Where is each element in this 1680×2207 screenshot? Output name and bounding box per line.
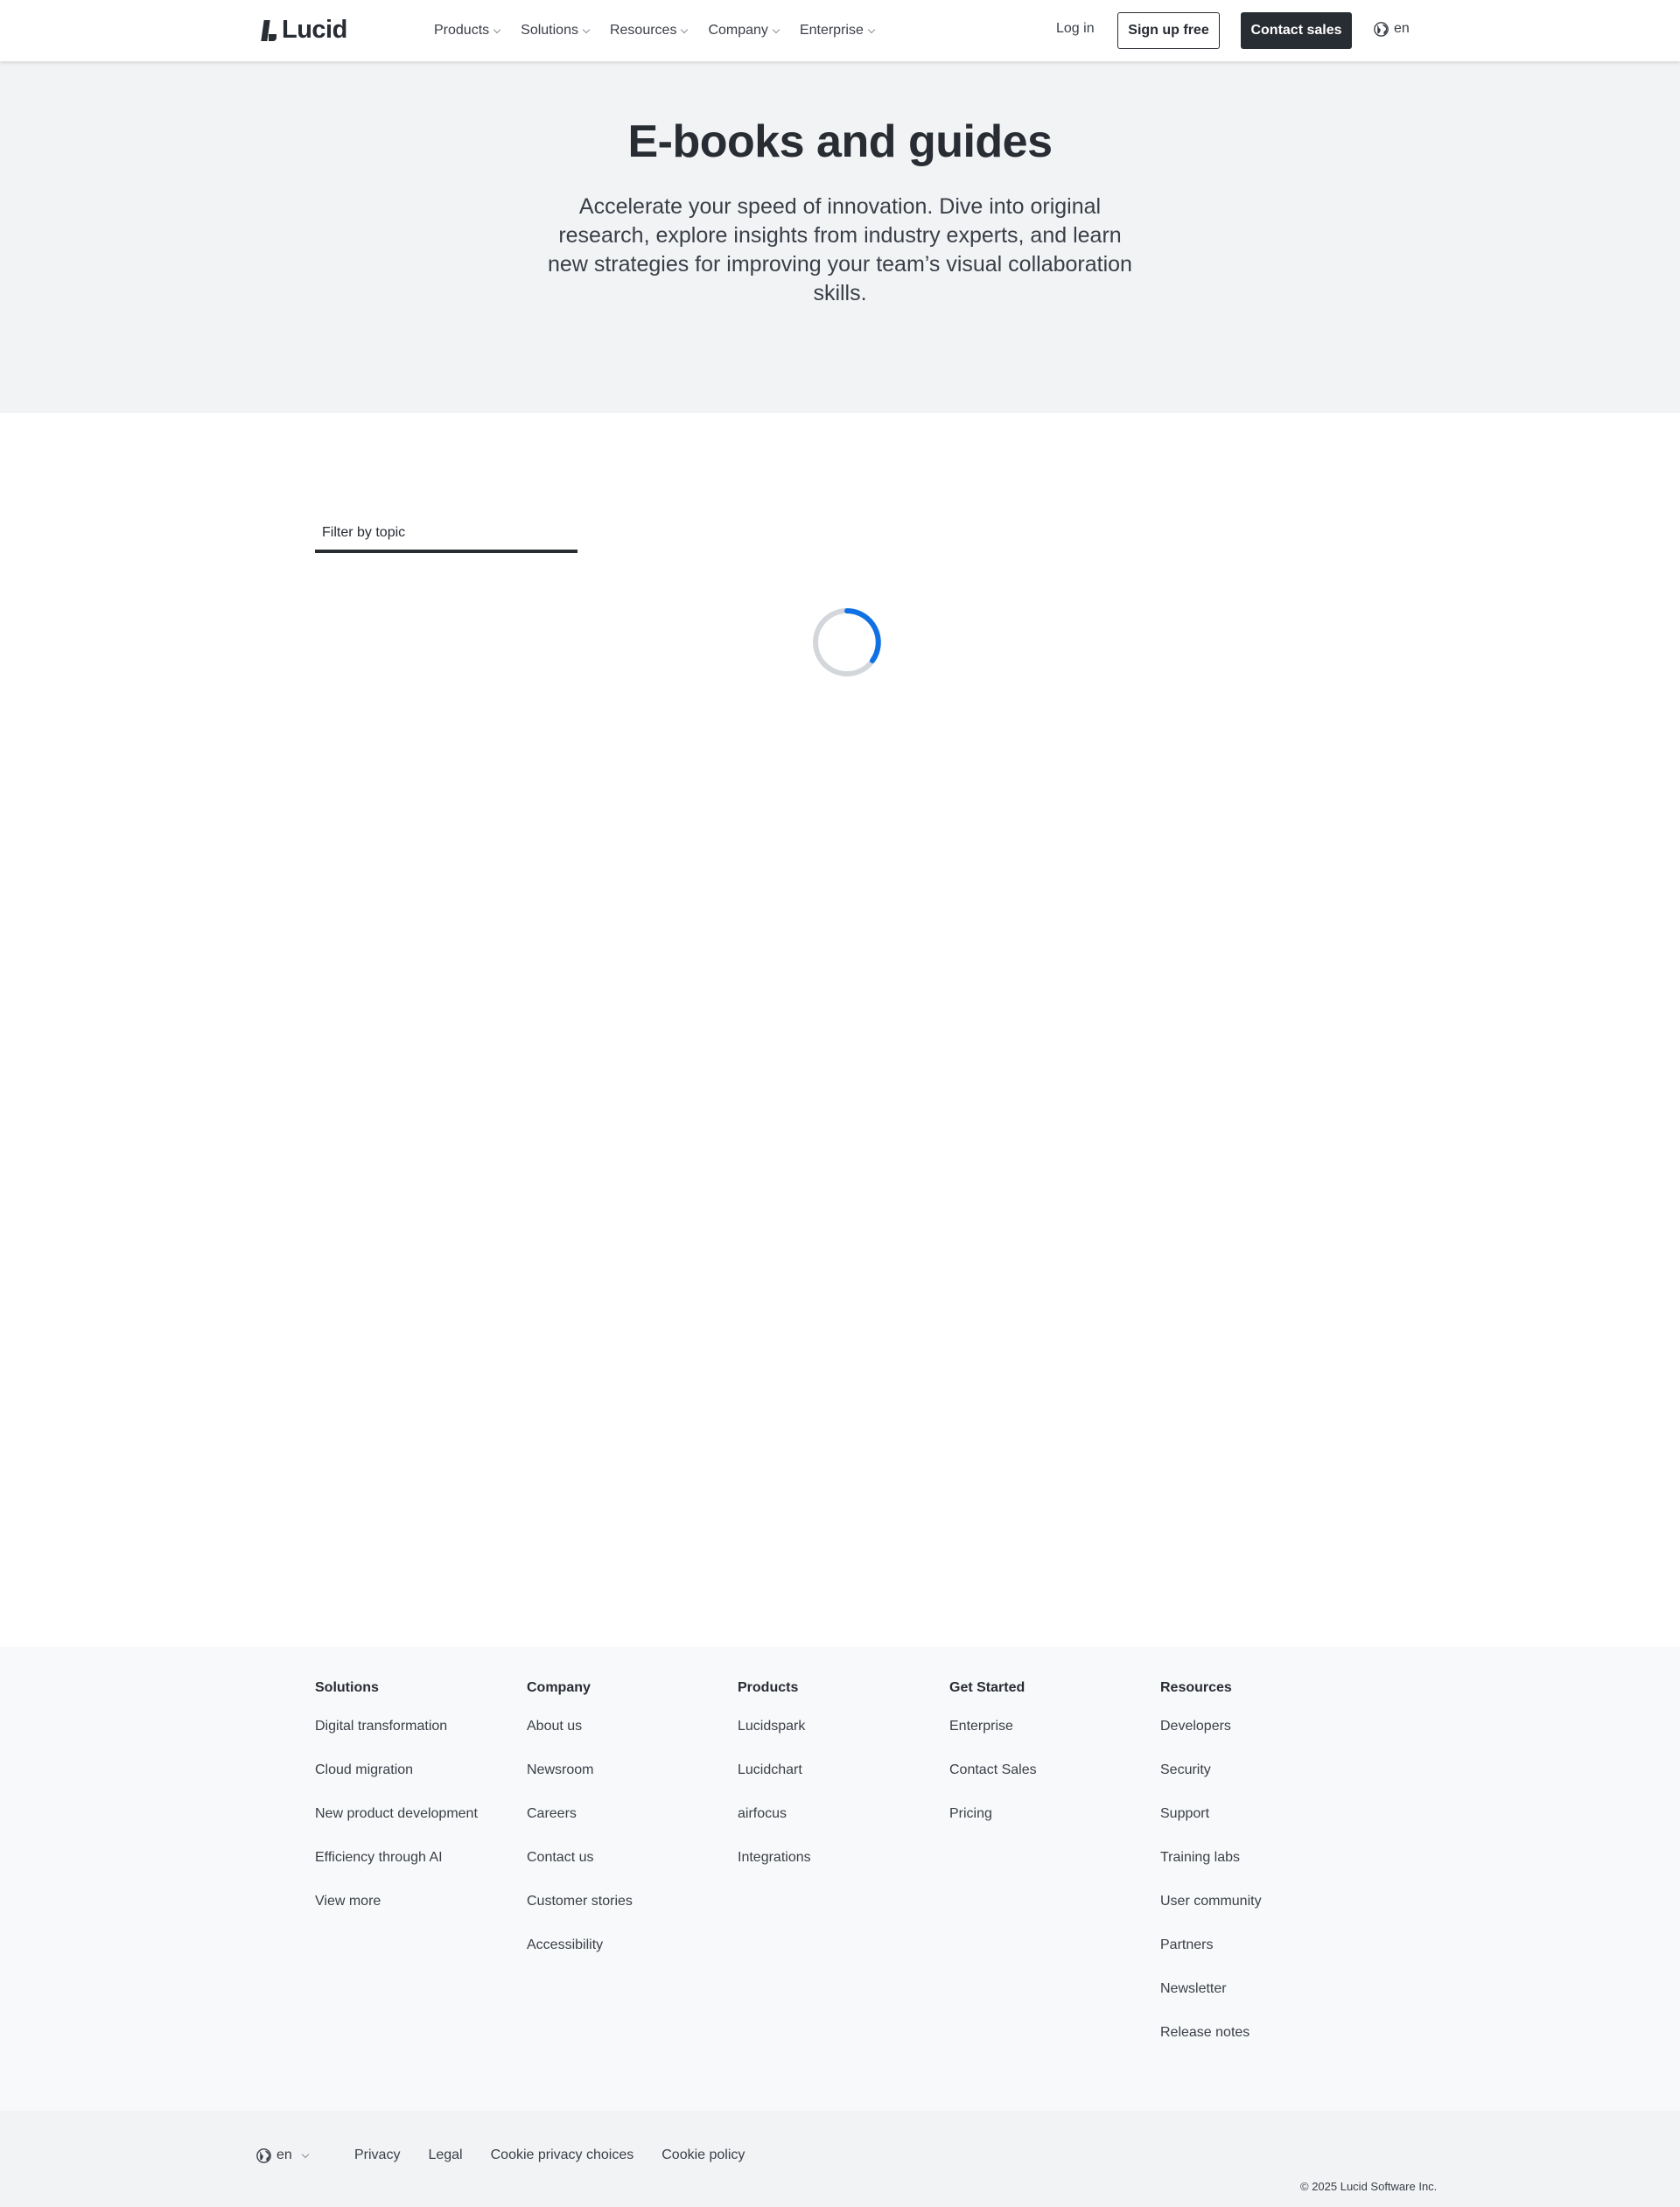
nav-label: Resources	[609, 23, 677, 38]
nav-label: Company	[708, 23, 768, 38]
nav-enterprise[interactable]: Enterprise	[799, 23, 876, 39]
footer-link[interactable]: Release notes	[1160, 2025, 1262, 2069]
footer-link[interactable]: Contact us	[527, 1850, 633, 1894]
footer-column-title: Solutions	[315, 1680, 379, 1695]
page-title: E-books and guides	[627, 116, 1053, 167]
nav-resources[interactable]: Resources	[609, 23, 689, 39]
signup-button[interactable]: Sign up free	[1117, 12, 1220, 49]
cookie-policy-link[interactable]: Cookie policy	[662, 2147, 745, 2163]
nav-label: Solutions	[521, 23, 578, 38]
chevron-down-icon	[772, 25, 780, 33]
footer-column-title: Company	[527, 1680, 591, 1695]
footer-link[interactable]: Digital transformation	[315, 1719, 478, 1762]
footer-column-get-started: Get Started Enterprise Contact Sales Pri…	[949, 1680, 1037, 1850]
language-label: en	[1394, 21, 1410, 36]
filter-label: Filter by topic	[322, 525, 406, 540]
footer-link[interactable]: Contact Sales	[949, 1762, 1037, 1806]
globe-icon	[256, 2147, 271, 2163]
chevron-down-icon	[493, 25, 501, 33]
nav-label: Enterprise	[799, 23, 864, 38]
footer-link[interactable]: Accessibility	[527, 1937, 633, 1981]
footer-column-title: Get Started	[949, 1680, 1026, 1695]
language-selector[interactable]: en	[1374, 21, 1410, 37]
logo-text: Lucid	[282, 16, 347, 44]
footer-link[interactable]: New product development	[315, 1806, 478, 1850]
hero-description: Accelerate your speed of innovation. Div…	[548, 194, 1132, 305]
footer-link[interactable]: Lucidchart	[738, 1762, 811, 1806]
footer-link[interactable]: Lucidspark	[738, 1719, 811, 1762]
footer-column-title: Products	[738, 1680, 799, 1695]
loading-spinner-icon	[813, 608, 881, 676]
login-link[interactable]: Log in	[1056, 21, 1095, 37]
footer-link[interactable]: View more	[315, 1894, 478, 1937]
footer-column-company: Company About us Newsroom Careers Contac…	[527, 1680, 633, 1981]
footer-link[interactable]: Training labs	[1160, 1850, 1262, 1894]
footer-column-products: Products Lucidspark Lucidchart airfocus …	[738, 1680, 811, 1894]
main-nav: Products Solutions Resources Company Ent…	[434, 0, 895, 61]
lucid-logo-icon	[261, 20, 276, 41]
footer-column-solutions: Solutions Digital transformation Cloud m…	[315, 1680, 478, 1937]
contact-sales-button[interactable]: Contact sales	[1241, 12, 1352, 49]
nav-label: Products	[434, 23, 490, 38]
footer-column-title: Resources	[1160, 1680, 1232, 1695]
legal-link[interactable]: Legal	[428, 2147, 462, 2163]
footer-link[interactable]: Partners	[1160, 1937, 1262, 1981]
hero-section: E-books and guides Accelerate your speed…	[0, 61, 1680, 413]
site-footer: Solutions Digital transformation Cloud m…	[0, 1647, 1680, 2111]
chevron-down-icon	[681, 25, 689, 33]
footer-language-selector[interactable]: en	[256, 2147, 310, 2163]
nav-solutions[interactable]: Solutions	[521, 23, 591, 39]
filter-by-topic-dropdown[interactable]: Filter by topic	[315, 516, 578, 553]
footer-link[interactable]: Customer stories	[527, 1894, 633, 1937]
language-label: en	[276, 2147, 292, 2162]
chevron-down-icon	[301, 2150, 310, 2158]
privacy-link[interactable]: Privacy	[354, 2147, 400, 2163]
footer-link[interactable]: airfocus	[738, 1806, 811, 1850]
footer-link[interactable]: User community	[1160, 1894, 1262, 1937]
footer-column-resources: Resources Developers Security Support Tr…	[1160, 1680, 1262, 2069]
footer-bottom-bar: en Privacy Legal Cookie privacy choices …	[0, 2111, 1680, 2207]
site-header: Lucid Products Solutions Resources Compa…	[0, 0, 1680, 61]
footer-link[interactable]: About us	[527, 1719, 633, 1762]
footer-link[interactable]: Newsroom	[527, 1762, 633, 1806]
nav-company[interactable]: Company	[708, 23, 780, 39]
nav-products[interactable]: Products	[434, 23, 501, 39]
footer-link[interactable]: Support	[1160, 1806, 1262, 1850]
cookie-privacy-choices-link[interactable]: Cookie privacy choices	[491, 2147, 634, 2163]
footer-link[interactable]: Developers	[1160, 1719, 1262, 1762]
footer-link[interactable]: Newsletter	[1160, 1981, 1262, 2025]
legal-links: Privacy Legal Cookie privacy choices Coo…	[354, 2147, 773, 2163]
lucid-logo[interactable]: Lucid	[261, 16, 347, 45]
chevron-down-icon	[867, 25, 876, 33]
footer-link[interactable]: Security	[1160, 1762, 1262, 1806]
footer-link[interactable]: Efficiency through AI	[315, 1850, 478, 1894]
footer-link[interactable]: Integrations	[738, 1850, 811, 1894]
footer-link[interactable]: Careers	[527, 1806, 633, 1850]
footer-link[interactable]: Enterprise	[949, 1719, 1037, 1762]
footer-link[interactable]: Cloud migration	[315, 1762, 478, 1806]
globe-icon	[1374, 21, 1389, 37]
copyright-text: © 2025 Lucid Software Inc.	[1300, 2180, 1438, 2193]
chevron-down-icon	[582, 25, 591, 33]
footer-link[interactable]: Pricing	[949, 1806, 1037, 1850]
